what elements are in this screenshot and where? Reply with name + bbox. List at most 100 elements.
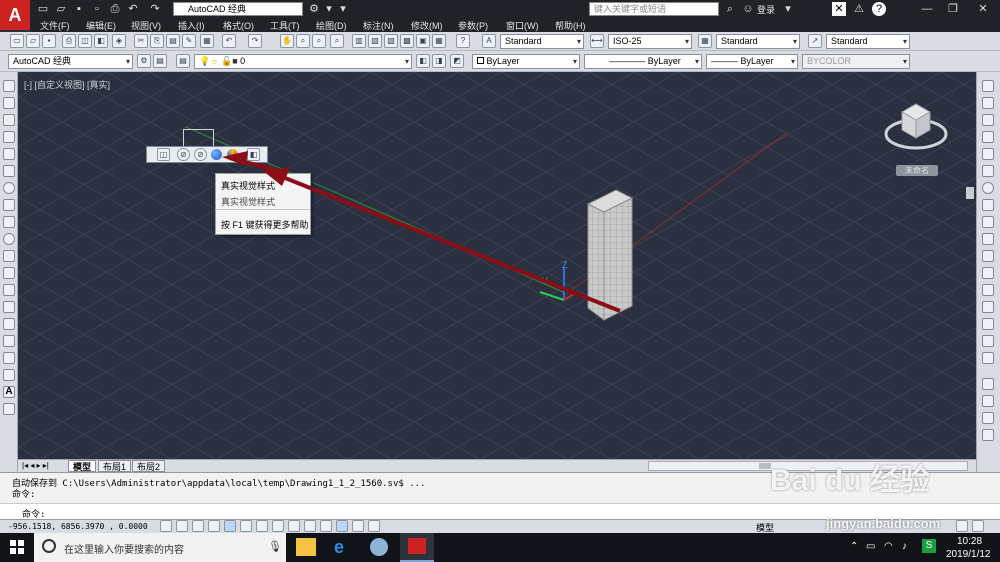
menu-edit[interactable]: 编辑(E): [86, 19, 116, 32]
move-icon[interactable]: [982, 165, 994, 177]
lineweight-combo[interactable]: ——— ByLayer ▾: [706, 54, 798, 69]
menu-format[interactable]: 格式(O): [223, 19, 254, 32]
conceptual-icon[interactable]: [227, 149, 238, 160]
object-snap-icon[interactable]: [240, 520, 252, 532]
menu-help[interactable]: 帮助(H): [555, 19, 586, 32]
open-icon[interactable]: ▱: [54, 2, 68, 16]
mirror-icon[interactable]: [982, 114, 994, 126]
point-icon[interactable]: [3, 301, 15, 313]
copy-icon[interactable]: ⎘: [150, 34, 164, 48]
extend-icon[interactable]: [982, 250, 994, 262]
send-back-icon[interactable]: [982, 412, 994, 424]
input-method-icon[interactable]: S: [922, 539, 936, 553]
tab-nav-arrows-icon[interactable]: |◂ ◂ ▸ ▸|: [22, 461, 49, 470]
3d-osnap-icon[interactable]: [256, 520, 268, 532]
lock-icon[interactable]: [956, 520, 968, 532]
hatch-icon[interactable]: [3, 318, 15, 330]
clock-time[interactable]: 10:28: [957, 536, 982, 547]
array-icon[interactable]: [982, 148, 994, 160]
arc-icon[interactable]: [3, 165, 15, 177]
menu-view[interactable]: 视图(V): [131, 19, 161, 32]
circle-icon[interactable]: [3, 182, 15, 194]
chamfer-icon[interactable]: [982, 318, 994, 330]
calculator-icon[interactable]: ▦: [432, 34, 446, 48]
layer-previous-icon[interactable]: ◨: [432, 54, 446, 68]
help-icon[interactable]: ?: [872, 2, 886, 16]
trim-icon[interactable]: [982, 233, 994, 245]
network-icon[interactable]: ◠: [884, 541, 893, 552]
explode-icon[interactable]: [982, 429, 994, 441]
menu-insert[interactable]: 插入(I): [178, 19, 205, 32]
3d-dwf-icon[interactable]: ◈: [112, 34, 126, 48]
insert-block-icon[interactable]: [3, 267, 15, 279]
close-button[interactable]: ✕: [960, 0, 1000, 18]
selection-cycling-icon[interactable]: [368, 520, 380, 532]
infer-constraints-icon[interactable]: [160, 520, 172, 532]
break-at-point-icon[interactable]: [982, 267, 994, 279]
menu-window[interactable]: 窗口(W): [506, 19, 539, 32]
dynamic-input-icon[interactable]: [304, 520, 316, 532]
edge-icon[interactable]: e: [334, 537, 344, 558]
viewcube[interactable]: [884, 98, 954, 166]
file-explorer-icon[interactable]: [296, 538, 316, 556]
dynamic-ucs-icon[interactable]: [288, 520, 300, 532]
mtext-icon[interactable]: A: [3, 386, 15, 398]
tab-layout2[interactable]: 布局2: [132, 460, 166, 472]
undo-icon[interactable]: ↶: [222, 34, 236, 48]
layer-properties-icon[interactable]: ▤: [176, 54, 190, 68]
undo-icon[interactable]: ↶: [126, 2, 140, 16]
properties-icon[interactable]: ▥: [352, 34, 366, 48]
gradient-icon[interactable]: [3, 335, 15, 347]
matchprop-icon[interactable]: ✎: [182, 34, 196, 48]
break-icon[interactable]: [982, 284, 994, 296]
close-icon[interactable]: ×: [263, 145, 268, 154]
make-block-icon[interactable]: [3, 284, 15, 296]
line-icon[interactable]: [3, 80, 15, 92]
plot-icon[interactable]: ⎙: [62, 34, 76, 48]
hidden-icon[interactable]: ⊘: [194, 148, 207, 161]
open-icon[interactable]: ▱: [26, 34, 40, 48]
preview-icon[interactable]: ◫: [78, 34, 92, 48]
save-icon[interactable]: ▪: [42, 34, 56, 48]
battery-icon[interactable]: ▭: [866, 541, 875, 552]
dim-style-combo[interactable]: ISO-25 ▾: [608, 34, 692, 49]
blend-icon[interactable]: [982, 352, 994, 364]
workspace-gear-icon[interactable]: ⚙: [307, 2, 321, 16]
app-logo[interactable]: A: [0, 0, 30, 30]
spline-icon[interactable]: [3, 216, 15, 228]
construction-line-icon[interactable]: [3, 97, 15, 109]
lineweight-toggle-icon[interactable]: [320, 520, 332, 532]
quick-properties-icon[interactable]: [352, 520, 364, 532]
erase-icon[interactable]: [982, 80, 994, 92]
scale-icon[interactable]: [982, 199, 994, 211]
linetype-combo[interactable]: ———— ByLayer ▾: [584, 54, 702, 69]
copy-object-icon[interactable]: [982, 97, 994, 109]
snap-mode-icon[interactable]: [176, 520, 188, 532]
3d-box-object[interactable]: [586, 188, 646, 323]
table-style-combo[interactable]: Standard ▾: [716, 34, 800, 49]
pan-icon[interactable]: ✋: [280, 34, 294, 48]
stretch-icon[interactable]: [982, 216, 994, 228]
qnew-icon[interactable]: ▭: [10, 34, 24, 48]
redo-icon[interactable]: ↷: [248, 34, 262, 48]
menu-parametric[interactable]: 参数(P): [458, 19, 488, 32]
chevron-down-icon[interactable]: ▾: [781, 2, 795, 16]
grid-display-icon[interactable]: [192, 520, 204, 532]
menu-file[interactable]: 文件(F): [40, 19, 70, 32]
fillet-icon[interactable]: [982, 335, 994, 347]
text-style-combo[interactable]: Standard ▾: [500, 34, 584, 49]
zoom-realtime-icon[interactable]: ⌕: [296, 34, 310, 48]
menu-dimension[interactable]: 标注(N): [363, 19, 394, 32]
dim-style-icon[interactable]: ⟷: [590, 34, 604, 48]
vertical-scroll-thumb[interactable]: [966, 187, 974, 199]
ellipse-icon[interactable]: [3, 233, 15, 245]
add-selected-icon[interactable]: [3, 403, 15, 415]
menu-modify[interactable]: 修改(M): [411, 19, 443, 32]
rectangle-icon[interactable]: [3, 148, 15, 160]
block-editor-icon[interactable]: ▦: [200, 34, 214, 48]
ortho-mode-icon[interactable]: [208, 520, 220, 532]
save-icon[interactable]: ▪: [72, 2, 86, 16]
autocad-taskbar-button[interactable]: [400, 533, 434, 562]
publish-icon[interactable]: ◧: [94, 34, 108, 48]
text-style-icon[interactable]: A: [482, 34, 496, 48]
